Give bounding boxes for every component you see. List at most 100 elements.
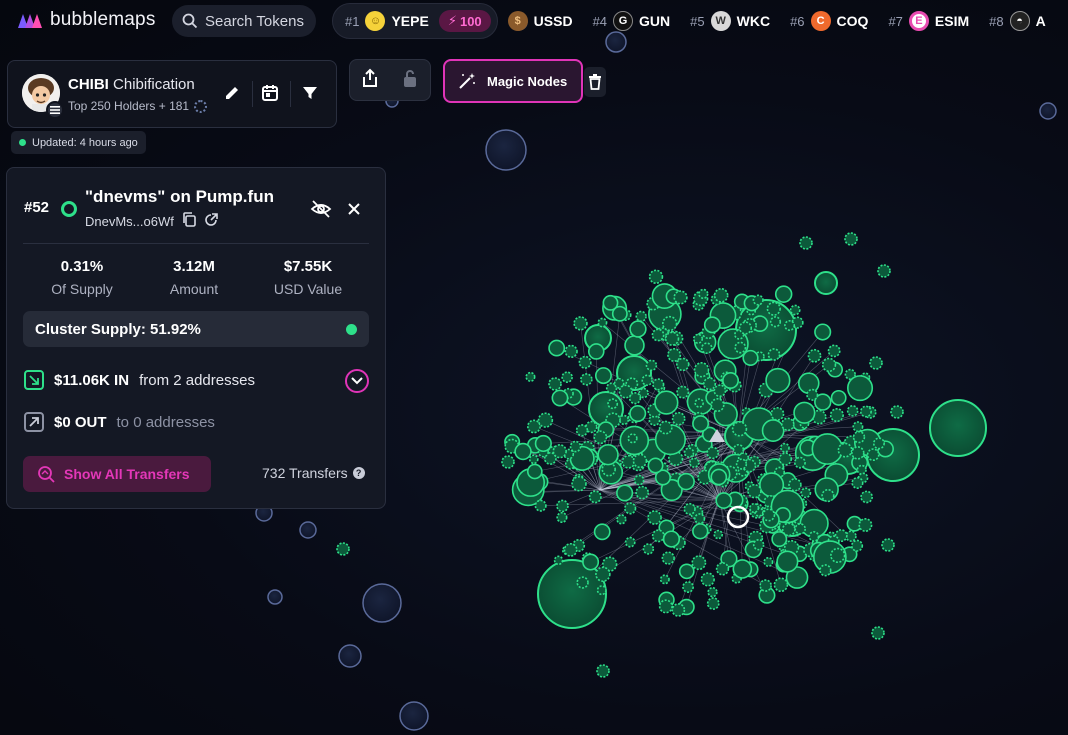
wallet-bubble[interactable] [534,499,547,512]
wallet-bubble[interactable] [698,288,709,300]
wallet-bubble[interactable] [526,419,541,434]
wallet-bubble[interactable] [618,414,630,426]
wallet-bubble[interactable] [658,599,673,614]
wallet-bubble[interactable] [556,499,569,513]
wallet-bubble[interactable] [514,442,532,461]
trending-item-wkc[interactable]: #5 W WKC [690,11,770,31]
wallet-bubble[interactable] [735,458,748,470]
trending-item-esim[interactable]: #7 E ESIM [888,11,969,31]
wallet-bubble[interactable] [485,129,527,171]
edit-icon[interactable] [220,81,244,105]
wallet-bubble[interactable] [632,453,648,469]
wallet-bubble[interactable] [773,577,789,593]
wallet-bubble[interactable] [664,331,680,346]
wallet-bubble[interactable] [689,457,700,468]
wallet-bubble[interactable] [569,440,582,453]
magic-nodes-button[interactable]: Magic Nodes [443,59,583,103]
wallet-bubble[interactable] [561,371,573,383]
wallet-bubble[interactable] [525,371,536,382]
wallet-bubble[interactable] [694,513,706,525]
wallet-bubble[interactable] [807,348,822,363]
wallet-bubble[interactable] [682,581,694,593]
wallet-bubble[interactable] [692,333,704,344]
wallet-bubble[interactable] [642,543,655,555]
wallet-bubble[interactable] [860,490,873,504]
wallet-bubble[interactable] [1039,102,1057,120]
wallet-bubble[interactable] [742,349,759,367]
wallet-bubble[interactable] [769,316,782,328]
wallet-bubble[interactable] [580,373,593,386]
wallet-bubble[interactable] [683,447,695,458]
wallet-bubble[interactable] [852,430,866,444]
wallet-bubble[interactable] [526,463,543,480]
wallet-bubble[interactable] [571,475,587,492]
wallet-bubble[interactable] [747,483,762,499]
wallet-bubble[interactable] [762,508,776,522]
wallet-bubble[interactable] [821,488,835,503]
wallet-bubble[interactable] [671,603,686,617]
wallet-bubble[interactable] [597,444,619,466]
trending-item-coq[interactable]: #6 C COQ [790,11,868,31]
wallet-bubble[interactable] [552,444,567,459]
wallet-bubble[interactable] [616,484,634,502]
wallet-bubble[interactable] [778,452,793,466]
wallet-bubble[interactable] [702,377,717,391]
wallet-bubble[interactable] [693,361,710,378]
wallet-bubble[interactable] [830,547,846,564]
wallet-bubble[interactable] [866,448,880,462]
wallet-bubble[interactable] [593,430,608,445]
wallet-bubble[interactable] [732,559,753,579]
wallet-bubble[interactable] [537,412,554,428]
wallet-bubble[interactable] [662,315,678,332]
wallet-bubble[interactable] [706,597,720,610]
wallet-bubble[interactable] [738,321,753,335]
wallet-bubble[interactable] [749,502,760,514]
wallet-bubble[interactable] [683,502,696,516]
trending-item-8[interactable]: #8 ◓ A [989,11,1046,31]
wallet-bubble[interactable] [692,415,710,433]
wallet-bubble[interactable] [671,411,686,426]
wallet-bubble[interactable] [700,572,715,587]
wallet-bubble[interactable] [658,420,673,435]
wallet-bubble[interactable] [651,328,665,342]
wallet-bubble[interactable] [759,579,772,592]
wallet-bubble[interactable] [667,347,682,362]
wallet-bubble[interactable] [576,576,589,589]
wallet-bubble[interactable] [594,367,612,385]
wallet-bubble[interactable] [573,316,588,331]
wallet-bubble[interactable] [858,518,873,532]
wallet-bubble[interactable] [618,384,633,399]
wallet-bubble[interactable] [929,399,987,457]
wallet-bubble[interactable] [851,476,864,490]
wallet-bubble[interactable] [703,316,721,334]
wallet-bubble[interactable] [556,511,568,524]
wallet-bubble[interactable] [635,485,650,500]
wallet-bubble[interactable] [830,389,847,406]
wallet-bubble[interactable] [819,564,832,577]
wallet-bubble[interactable] [692,523,709,540]
wallet-bubble[interactable] [501,455,515,469]
wallet-bubble[interactable] [691,555,707,571]
wallet-bubble[interactable] [662,530,681,548]
wallet-bubble[interactable] [821,357,837,373]
wallet-bubble[interactable] [814,323,832,341]
wallet-bubble[interactable] [881,538,895,552]
wallet-bubble[interactable] [869,356,883,370]
wallet-bubble[interactable] [578,355,592,369]
wallet-bubble[interactable] [336,542,350,556]
wallet-bubble[interactable] [731,421,748,437]
wallet-bubble[interactable] [752,294,764,306]
wallet-bubble[interactable] [767,348,781,361]
wallet-bubble[interactable] [859,405,872,418]
wallet-bubble[interactable] [564,344,578,359]
wallet-bubble[interactable] [844,232,858,246]
wallet-bubble[interactable] [765,367,791,394]
wallet-bubble[interactable] [638,387,649,399]
wallet-bubble[interactable] [659,574,670,585]
wallet-bubble[interactable] [645,359,658,372]
wallet-bubble[interactable] [713,529,724,540]
wallet-bubble[interactable] [633,474,645,486]
wallet-bubble[interactable] [548,339,566,357]
wallet-bubble[interactable] [779,442,790,453]
wallet-bubble[interactable] [794,523,806,535]
